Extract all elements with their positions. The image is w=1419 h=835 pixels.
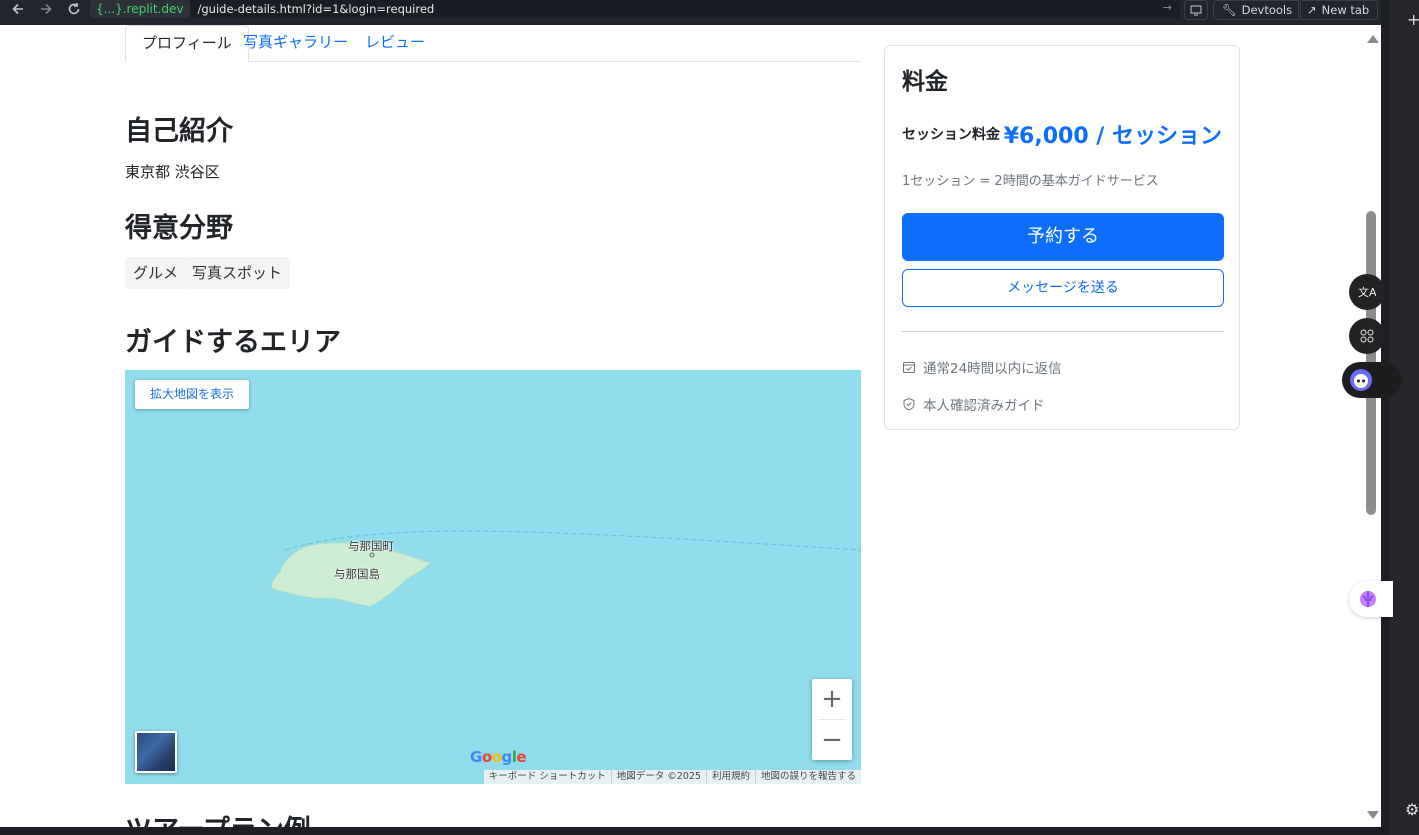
plus-icon[interactable]: + [1407, 10, 1419, 29]
map-data-label: 地図データ ©2025 [610, 770, 706, 784]
address-bar[interactable]: {...}.replit.dev /guide-details.html?id=… [90, 0, 1180, 18]
new-tab-label: New tab [1321, 3, 1370, 17]
enlarge-map-button[interactable]: 拡大地図を表示 [135, 380, 250, 409]
devtools-label: Devtools [1241, 3, 1293, 17]
fee-value: ¥6,000 / セッション [1003, 124, 1222, 149]
scroll-down-arrow[interactable] [1367, 811, 1379, 819]
profile-tabs: プロフィール 写真ギャラリー レビュー [125, 25, 861, 62]
external-link-icon: ↗ [1307, 3, 1317, 17]
side-panel [1389, 0, 1419, 835]
bio-heading: 自己紹介 [125, 116, 233, 147]
apps-grid-icon[interactable] [1349, 318, 1385, 354]
svg-text:文A: 文A [1358, 285, 1376, 299]
response-time-info: 通常24時間以内に返信 [902, 357, 1062, 377]
bio-text: 東京都 渋谷区 [125, 163, 220, 181]
browser-toolbar: {...}.replit.dev /guide-details.html?id=… [0, 0, 1419, 25]
response-time-text: 通常24時間以内に返信 [923, 361, 1062, 377]
tour-heading: ツアープラン例 [125, 808, 311, 827]
satellite-toggle[interactable] [135, 731, 177, 773]
translate-icon[interactable]: 文A [1349, 274, 1385, 310]
browser-side-strip: + ⚙ [1381, 0, 1419, 835]
brain-extension-button[interactable] [1349, 581, 1393, 617]
fee-label: セッション料金 [902, 127, 1000, 143]
assistant-face-icon [1350, 369, 1372, 391]
pricing-card: 料金 セッション料金 ¥6,000 / セッション 1セッション = 2時間の基… [884, 45, 1240, 430]
wrench-icon: 🔧︎ [1222, 3, 1237, 17]
specialty-tag: 写真スポット [184, 257, 291, 289]
scroll-up-arrow[interactable] [1367, 35, 1379, 43]
new-tab-button[interactable]: ↗ New tab [1298, 0, 1379, 20]
pricing-title: 料金 [902, 69, 948, 95]
tab-gallery[interactable]: 写真ギャラリー [227, 25, 364, 62]
terms-link[interactable]: 利用規約 [705, 770, 755, 784]
area-map[interactable]: 拡大地図を表示 与那国町 与那国島 + − Google キーボード ショートカ… [125, 370, 861, 784]
map-attribution: キーボード ショートカット 地図データ ©2025 利用規約 地図の誤りを報告す… [483, 770, 861, 784]
zoom-control: + − [812, 679, 852, 760]
zoom-out-button[interactable]: − [812, 720, 852, 760]
fee-note: 1セッション = 2時間の基本ガイドサービス [902, 174, 1159, 189]
area-heading: ガイドするエリア [125, 327, 341, 358]
zoom-in-button[interactable]: + [812, 679, 852, 719]
book-button[interactable]: 予約する [902, 213, 1224, 261]
calendar-check-icon [903, 362, 915, 373]
keyboard-shortcuts-link[interactable]: キーボード ショートカット [484, 770, 611, 784]
back-icon[interactable] [5, 0, 31, 18]
card-divider [902, 331, 1224, 332]
assistant-button[interactable] [1342, 362, 1402, 398]
brain-icon [1360, 591, 1376, 607]
page-viewport: プロフィール 写真ギャラリー レビュー 自己紹介 東京都 渋谷区 得意分野 グル… [0, 25, 1381, 827]
google-logo: Google [470, 748, 527, 766]
url-host: {...}.replit.dev [90, 0, 190, 18]
report-error-link[interactable]: 地図の誤りを報告する [754, 770, 861, 784]
shield-check-icon [903, 397, 915, 411]
reload-icon[interactable] [61, 0, 87, 18]
url-path: /guide-details.html?id=1&login=required [197, 2, 435, 16]
specialties-heading: 得意分野 [125, 213, 233, 244]
specialty-tag: グルメ [125, 257, 187, 289]
forward-icon[interactable] [33, 0, 59, 18]
town-label: 与那国町 [348, 539, 394, 553]
go-arrow-icon[interactable]: → [1163, 1, 1172, 14]
devtools-button[interactable]: 🔧︎ Devtools [1213, 0, 1302, 20]
page-scrollbar[interactable] [1362, 25, 1381, 827]
message-button[interactable]: メッセージを送る [902, 269, 1224, 307]
verified-text: 本人確認済みガイド [923, 398, 1045, 414]
verified-info: 本人確認済みガイド [902, 394, 1045, 414]
tab-reviews[interactable]: レビュー [349, 25, 441, 62]
island-label: 与那国島 [334, 567, 380, 581]
map-canvas [271, 530, 861, 607]
screen-icon[interactable] [1184, 0, 1208, 20]
gear-icon[interactable]: ⚙ [1405, 800, 1419, 819]
